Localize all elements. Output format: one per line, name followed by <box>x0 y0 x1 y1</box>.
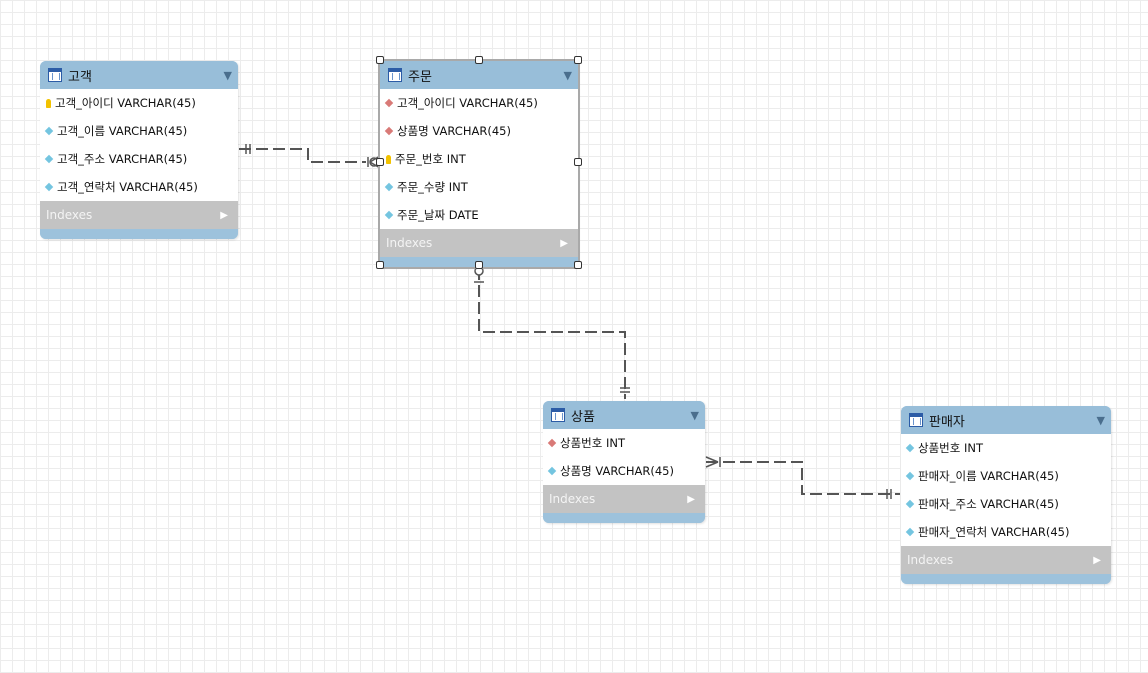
expand-arrow-icon[interactable]: ▶ <box>687 494 695 505</box>
indexes-section[interactable]: Indexes ▶ <box>40 201 238 229</box>
column-icon <box>547 466 557 476</box>
table-header[interactable]: 판매자 ▼ <box>901 406 1111 434</box>
table-title: 상품 <box>571 409 595 425</box>
column-icon <box>384 182 394 192</box>
column-icon <box>384 210 394 220</box>
column-row[interactable]: 주문_수량 INT <box>380 173 578 201</box>
column-text: 고객_아이디 VARCHAR(45) <box>397 96 538 110</box>
column-row[interactable]: 고객_아이디 VARCHAR(45) <box>40 89 238 117</box>
table-title: 판매자 <box>929 414 965 430</box>
indexes-label: Indexes <box>386 236 433 250</box>
resize-handle-bottom-left[interactable] <box>376 261 384 269</box>
column-row[interactable]: 상품번호 INT <box>901 434 1111 462</box>
table-footer <box>543 513 705 523</box>
expand-arrow-icon[interactable]: ▶ <box>560 238 568 249</box>
column-row[interactable]: 주문_날짜 DATE <box>380 201 578 229</box>
column-row[interactable]: 상품명 VARCHAR(45) <box>543 457 705 485</box>
resize-handle-middle-left[interactable] <box>376 158 384 166</box>
primary-key-icon <box>386 154 391 164</box>
crows-foot <box>705 461 719 468</box>
resize-handle-top-center[interactable] <box>475 56 483 64</box>
column-row[interactable]: 고객_주소 VARCHAR(45) <box>40 145 238 173</box>
column-text: 판매자_연락처 VARCHAR(45) <box>918 525 1070 539</box>
column-icon <box>905 499 915 509</box>
foreign-key-icon <box>384 98 394 108</box>
column-icon <box>44 126 54 136</box>
resize-handle-middle-right[interactable] <box>574 158 582 166</box>
column-text: 상품명 VARCHAR(45) <box>560 464 674 478</box>
column-text: 고객_아이디 VARCHAR(45) <box>55 96 196 110</box>
column-row[interactable]: 상품번호 INT <box>543 429 705 457</box>
table-icon <box>551 408 565 422</box>
indexes-section[interactable]: Indexes ▶ <box>543 485 705 513</box>
column-row[interactable]: 상품명 VARCHAR(45) <box>380 117 578 145</box>
collapse-arrow-icon[interactable]: ▼ <box>1097 414 1105 427</box>
column-icon <box>44 182 54 192</box>
table-header[interactable]: 상품 ▼ <box>543 401 705 429</box>
resize-handle-bottom-right[interactable] <box>574 261 582 269</box>
table-header[interactable]: 주문 ▼ <box>380 61 578 89</box>
table-icon <box>388 68 402 82</box>
column-list: 고객_아이디 VARCHAR(45) 상품명 VARCHAR(45) 주문_번호… <box>380 89 578 229</box>
collapse-arrow-icon[interactable]: ▼ <box>564 69 572 82</box>
column-row[interactable]: 고객_연락처 VARCHAR(45) <box>40 173 238 201</box>
indexes-section[interactable]: Indexes ▶ <box>901 546 1111 574</box>
table-icon <box>909 413 923 427</box>
column-row[interactable]: 주문_번호 INT <box>380 145 578 173</box>
expand-arrow-icon[interactable]: ▶ <box>1093 555 1101 566</box>
crows-foot <box>705 456 719 463</box>
primary-key-icon <box>46 98 51 108</box>
column-text: 판매자_주소 VARCHAR(45) <box>918 497 1059 511</box>
indexes-section[interactable]: Indexes ▶ <box>380 229 578 257</box>
collapse-arrow-icon[interactable]: ▼ <box>224 69 232 82</box>
table-icon <box>48 68 62 82</box>
table-product[interactable]: 상품 ▼ 상품번호 INT 상품명 VARCHAR(45) Indexes ▶ <box>543 401 705 523</box>
column-text: 주문_날짜 DATE <box>397 208 479 222</box>
column-icon <box>905 527 915 537</box>
relationship-line <box>478 268 626 399</box>
table-title: 주문 <box>408 69 432 85</box>
table-header[interactable]: 고객 ▼ <box>40 61 238 89</box>
column-text: 상품명 VARCHAR(45) <box>397 124 511 138</box>
resize-handle-top-right[interactable] <box>574 56 582 64</box>
indexes-label: Indexes <box>46 208 93 222</box>
relationship-line <box>706 461 900 495</box>
diagram-canvas[interactable]: 고객 ▼ 고객_아이디 VARCHAR(45) 고객_이름 VARCHAR(45… <box>0 0 1148 673</box>
table-footer <box>40 229 238 239</box>
column-list: 상품번호 INT 판매자_이름 VARCHAR(45) 판매자_주소 VARCH… <box>901 434 1111 546</box>
column-row[interactable]: 판매자_연락처 VARCHAR(45) <box>901 518 1111 546</box>
resize-handle-top-left[interactable] <box>376 56 384 64</box>
relationship-line <box>239 148 366 163</box>
collapse-arrow-icon[interactable]: ▼ <box>691 409 699 422</box>
column-text: 고객_이름 VARCHAR(45) <box>57 124 188 138</box>
column-text: 판매자_이름 VARCHAR(45) <box>918 469 1059 483</box>
column-text: 상품번호 INT <box>918 441 983 455</box>
expand-arrow-icon[interactable]: ▶ <box>220 210 228 221</box>
table-footer <box>901 574 1111 584</box>
table-title: 고객 <box>68 69 92 85</box>
column-row[interactable]: 고객_아이디 VARCHAR(45) <box>380 89 578 117</box>
column-list: 상품번호 INT 상품명 VARCHAR(45) <box>543 429 705 485</box>
column-icon <box>905 471 915 481</box>
table-order[interactable]: 주문 ▼ 고객_아이디 VARCHAR(45) 상품명 VARCHAR(45) … <box>378 59 580 269</box>
foreign-key-icon <box>384 126 394 136</box>
column-list: 고객_아이디 VARCHAR(45) 고객_이름 VARCHAR(45) 고객_… <box>40 89 238 201</box>
column-row[interactable]: 판매자_이름 VARCHAR(45) <box>901 462 1111 490</box>
column-text: 주문_번호 INT <box>395 152 466 166</box>
column-text: 고객_주소 VARCHAR(45) <box>57 152 188 166</box>
foreign-key-icon <box>547 438 557 448</box>
indexes-label: Indexes <box>907 553 954 567</box>
table-customer[interactable]: 고객 ▼ 고객_아이디 VARCHAR(45) 고객_이름 VARCHAR(45… <box>40 61 238 239</box>
table-seller[interactable]: 판매자 ▼ 상품번호 INT 판매자_이름 VARCHAR(45) 판매자_주소… <box>901 406 1111 584</box>
column-text: 고객_연락처 VARCHAR(45) <box>57 180 198 194</box>
column-text: 주문_수량 INT <box>397 180 468 194</box>
column-row[interactable]: 판매자_주소 VARCHAR(45) <box>901 490 1111 518</box>
column-row[interactable]: 고객_이름 VARCHAR(45) <box>40 117 238 145</box>
resize-handle-bottom-center[interactable] <box>475 261 483 269</box>
column-text: 상품번호 INT <box>560 436 625 450</box>
column-icon <box>44 154 54 164</box>
indexes-label: Indexes <box>549 492 596 506</box>
column-icon <box>905 443 915 453</box>
